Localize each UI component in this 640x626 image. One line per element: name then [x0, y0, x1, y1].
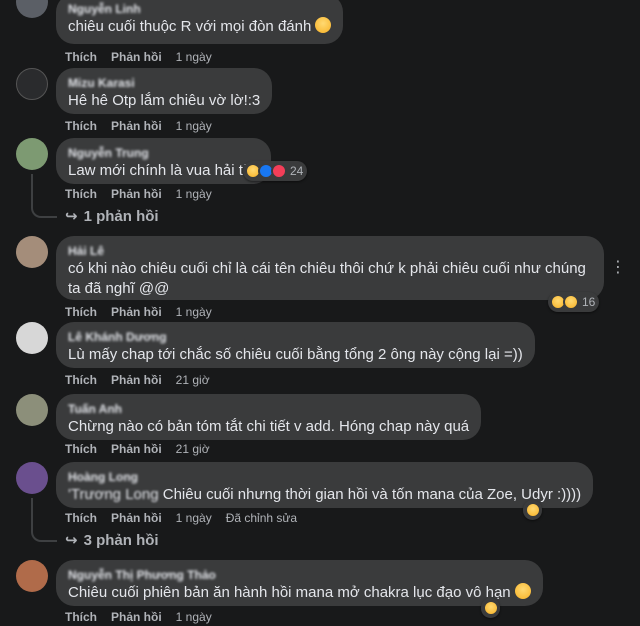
care-reaction-icon: [563, 294, 579, 310]
comment-text: chiêu cuối thuộc R với mọi đòn đánh: [68, 17, 332, 37]
mention-tag[interactable]: 'Trương Long: [68, 486, 159, 503]
comment-author[interactable]: Nguyễn Thị Phương Thảo: [68, 567, 531, 583]
like-button[interactable]: Thích: [65, 186, 97, 202]
love-reaction-icon: [271, 163, 287, 179]
comment-text: có khi nào chiêu cuối chỉ là cái tên chi…: [68, 260, 586, 297]
comment-actions: Thích Phản hồi 1 ngày: [65, 186, 212, 202]
timestamp[interactable]: 1 ngày: [176, 118, 212, 134]
like-button[interactable]: Thích: [65, 49, 97, 65]
reaction-count: 16: [582, 295, 596, 309]
reply-button[interactable]: Phản hồi: [111, 441, 162, 457]
comment-text: 'Trương Long Chiêu cuối nhưng thời gian …: [68, 486, 582, 503]
avatar[interactable]: [16, 462, 48, 494]
edited-label: Đã chỉnh sửa: [225, 511, 298, 525]
timestamp[interactable]: 21 giờ: [176, 441, 210, 457]
comment-bubble: Lê Khánh Dương Lù mấy chap tới chắc số c…: [56, 322, 535, 368]
comment-text: Law mới chính là vua hải tặc: [68, 162, 259, 179]
more-options-icon[interactable]: ⋮: [608, 258, 628, 278]
sad-reaction-icon: [483, 600, 499, 616]
comment-author[interactable]: Nguyễn Trung: [68, 145, 259, 161]
comment-actions: Thích Phản hồi 1 ngày Đã chỉnh sửa: [65, 510, 297, 526]
comment-author[interactable]: Tuấn Anh: [68, 401, 469, 417]
avatar[interactable]: [16, 0, 48, 18]
comment-author[interactable]: Mizu Karasi: [68, 75, 260, 91]
like-button[interactable]: Thích: [65, 441, 97, 457]
like-button[interactable]: Thích: [65, 118, 97, 134]
reaction-summary[interactable]: 16: [548, 292, 600, 312]
comment-bubble: Hải Lê có khi nào chiêu cuối chỉ là cái …: [56, 236, 604, 300]
comment-text: Chừng nào có bản tóm tắt chi tiết v add.…: [68, 418, 470, 435]
comment-bubble: Tuấn Anh Chừng nào có bản tóm tắt chi ti…: [56, 394, 482, 440]
timestamp[interactable]: 1 ngày: [176, 49, 212, 65]
smile-emoji-icon: [315, 17, 332, 33]
comment-bubble: Nguyễn Thị Phương Thảo Chiêu cuối phiên …: [56, 560, 543, 606]
timestamp[interactable]: 1 ngày: [176, 186, 212, 202]
avatar[interactable]: [16, 68, 48, 100]
like-button[interactable]: Thích: [65, 510, 97, 526]
replies-count: 3 phản hồi: [83, 531, 159, 549]
smile-emoji-icon: [514, 583, 531, 599]
view-replies-button[interactable]: ↪ 1 phản hồi: [65, 207, 159, 226]
avatar[interactable]: [16, 560, 48, 592]
comment-text: Hê hê Otp lắm chiêu vờ lờ!:3: [68, 92, 261, 109]
timestamp[interactable]: 1 ngày: [176, 609, 212, 625]
reaction-summary[interactable]: [523, 500, 542, 520]
reaction-count: 24: [290, 164, 304, 178]
reply-button[interactable]: Phản hồi: [111, 372, 162, 388]
avatar[interactable]: [16, 236, 48, 268]
reply-button[interactable]: Phản hồi: [111, 49, 162, 65]
timestamp[interactable]: 21 giờ: [176, 372, 210, 388]
like-button[interactable]: Thích: [65, 372, 97, 388]
timestamp[interactable]: 1 ngày: [176, 304, 212, 320]
comment-actions: Thích Phản hồi 1 ngày: [65, 49, 212, 65]
like-button[interactable]: Thích: [65, 609, 97, 625]
comment-author[interactable]: Hoàng Long: [68, 469, 581, 485]
comment-actions: Thích Phản hồi 1 ngày: [65, 118, 212, 134]
comment-author[interactable]: Nguyễn Linh: [68, 1, 331, 17]
comment-actions: Thích Phản hồi 21 giờ: [65, 372, 210, 388]
haha-reaction-icon: [525, 502, 541, 518]
reply-arrow-icon: ↪: [65, 208, 78, 225]
comment-actions: Thích Phản hồi 1 ngày: [65, 609, 212, 625]
thread-connector: [31, 498, 57, 542]
comment-text: Chiêu cuối phiên bản ăn hành hồi mana mở…: [68, 583, 531, 603]
comment-text: Lù mấy chap tới chắc số chiêu cuối bằng …: [68, 346, 523, 363]
avatar[interactable]: [16, 394, 48, 426]
comment-bubble: Mizu Karasi Hê hê Otp lắm chiêu vờ lờ!:3: [56, 68, 273, 114]
reaction-summary[interactable]: 24: [243, 161, 308, 181]
comment-author[interactable]: Lê Khánh Dương: [68, 329, 523, 345]
view-replies-button[interactable]: ↪ 3 phản hồi: [65, 531, 159, 550]
avatar[interactable]: [16, 138, 48, 170]
comment-author[interactable]: Hải Lê: [68, 243, 592, 259]
reply-button[interactable]: Phản hồi: [111, 609, 162, 625]
replies-count: 1 phản hồi: [83, 207, 159, 225]
like-button[interactable]: Thích: [65, 304, 97, 320]
thread-connector: [31, 174, 57, 218]
comment-bubble: Hoàng Long 'Trương Long Chiêu cuối nhưng…: [56, 462, 594, 508]
timestamp[interactable]: 1 ngày: [176, 510, 212, 526]
comment-actions: Thích Phản hồi 1 ngày: [65, 304, 212, 320]
reply-button[interactable]: Phản hồi: [111, 186, 162, 202]
reply-button[interactable]: Phản hồi: [111, 304, 162, 320]
reply-button[interactable]: Phản hồi: [111, 510, 162, 526]
reaction-summary[interactable]: [481, 598, 500, 618]
reply-button[interactable]: Phản hồi: [111, 118, 162, 134]
comment-actions: Thích Phản hồi 21 giờ: [65, 441, 210, 457]
comment-bubble: Nguyễn Linh chiêu cuối thuộc R với mọi đ…: [56, 0, 344, 44]
comment-bubble: Nguyễn Trung Law mới chính là vua hải tặ…: [56, 138, 271, 184]
avatar[interactable]: [16, 322, 48, 354]
reply-arrow-icon: ↪: [65, 532, 78, 549]
